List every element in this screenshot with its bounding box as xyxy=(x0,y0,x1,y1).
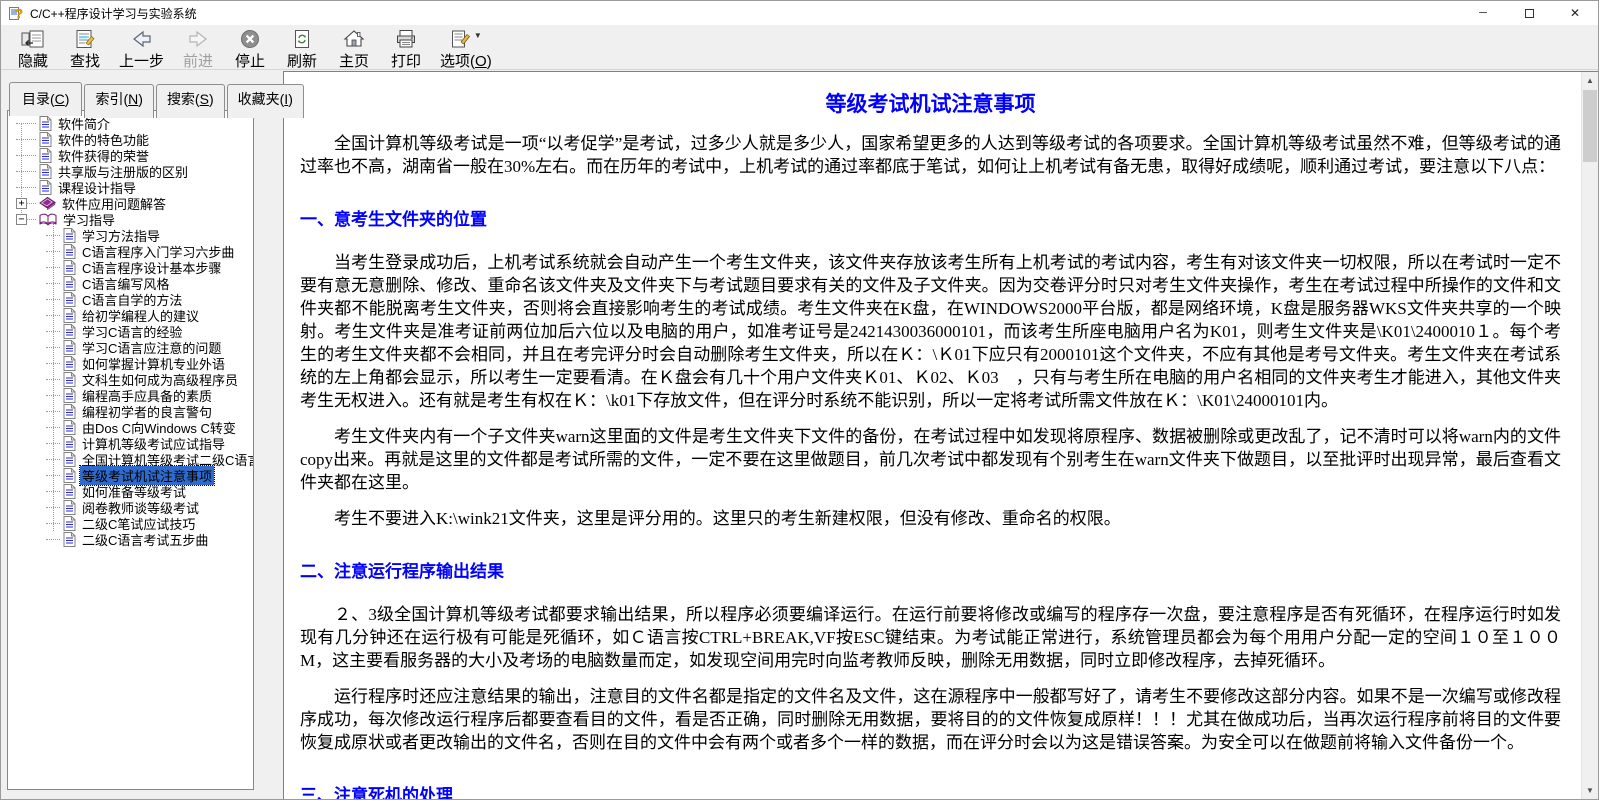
back-button[interactable]: 上一步 xyxy=(111,28,172,72)
page-icon xyxy=(39,164,52,179)
page-icon xyxy=(63,468,76,483)
page-icon xyxy=(63,532,76,547)
help-window: ? C/C++程序设计学习与实验系统 ─ ✕ 隐藏 xyxy=(0,0,1599,800)
page-icon xyxy=(63,356,76,371)
tab-contents[interactable]: 目录(C) xyxy=(9,82,82,116)
home-button[interactable]: 主页 xyxy=(328,28,380,72)
page-icon xyxy=(63,484,76,499)
page-icon xyxy=(63,404,76,419)
scroll-down-button[interactable]: ▼ xyxy=(1582,782,1598,799)
find-icon xyxy=(74,29,96,49)
window-title: C/C++程序设计学习与实验系统 xyxy=(30,5,197,22)
page-icon xyxy=(63,388,76,403)
dropdown-arrow-icon: ▼ xyxy=(474,31,482,40)
content-paragraph: 全国计算机等级考试是一项“以考促学”是考试，过多少人就是多少人，国家希望更多的人… xyxy=(300,132,1561,178)
forward-button-label: 前进 xyxy=(183,50,213,71)
scroll-up-button[interactable]: ▲ xyxy=(1582,72,1598,89)
scroll-thumb[interactable] xyxy=(1583,90,1597,162)
page-icon xyxy=(63,516,76,531)
content-paragraph: 考生不要进入K:\wink21文件夹，这里是评分用的。这里只的考生新建权限，但没… xyxy=(300,507,1561,530)
toolbar: 隐藏 查找 上一步 xyxy=(1,25,1598,70)
options-button-label: 选项(O) xyxy=(440,50,492,71)
book-closed-icon xyxy=(39,196,56,210)
tree-item[interactable]: +软件应用问题解答 xyxy=(8,195,253,211)
page-icon xyxy=(63,452,76,467)
tab-search[interactable]: 搜索(S) xyxy=(156,84,225,118)
print-button[interactable]: 打印 xyxy=(380,28,432,72)
refresh-button-label: 刷新 xyxy=(287,50,317,71)
page-icon xyxy=(39,116,52,131)
home-button-label: 主页 xyxy=(339,50,369,71)
close-icon: ✕ xyxy=(1570,6,1580,20)
refresh-icon xyxy=(292,29,312,49)
back-arrow-icon xyxy=(130,29,154,49)
home-icon xyxy=(343,29,365,49)
back-button-label: 上一步 xyxy=(119,50,164,71)
page-icon xyxy=(63,292,76,307)
pane-splitter[interactable] xyxy=(261,71,283,799)
page-icon xyxy=(63,324,76,339)
find-button[interactable]: 查找 xyxy=(59,28,111,72)
options-button[interactable]: ▼ 选项(O) xyxy=(432,28,500,72)
section-heading: 二、注意运行程序输出结果 xyxy=(300,557,1561,582)
titlebar: ? C/C++程序设计学习与实验系统 ─ ✕ xyxy=(1,1,1598,25)
page-icon xyxy=(63,276,76,291)
page-icon xyxy=(63,260,76,275)
page-icon xyxy=(39,180,52,195)
page-icon xyxy=(63,500,76,515)
maximize-button[interactable] xyxy=(1506,1,1552,25)
topic-content: 等级考试机试注意事项 全国计算机等级考试是一项“以考促学”是考试，过多少人就是多… xyxy=(284,72,1581,799)
print-button-label: 打印 xyxy=(391,50,421,71)
stop-icon xyxy=(240,29,260,49)
page-icon xyxy=(63,340,76,355)
refresh-button[interactable]: 刷新 xyxy=(276,28,328,72)
print-icon xyxy=(395,29,417,49)
page-icon xyxy=(63,420,76,435)
navigation-tabs: 目录(C) 索引(N) 搜索(S) 收藏夹(I) xyxy=(9,82,261,116)
stop-button[interactable]: 停止 xyxy=(224,28,276,72)
page-icon xyxy=(63,372,76,387)
hide-button-label: 隐藏 xyxy=(18,50,48,71)
expand-plus-icon[interactable]: + xyxy=(16,198,27,209)
page-icon xyxy=(63,228,76,243)
maximize-icon xyxy=(1525,9,1534,18)
contents-tree: 软件简介软件的特色功能软件获得的荣誉共享版与注册版的区别课程设计指导+软件应用问… xyxy=(7,110,254,790)
topic-pane: 等级考试机试注意事项 全国计算机等级考试是一项“以考促学”是考试，过多少人就是多… xyxy=(283,71,1598,799)
hide-button[interactable]: 隐藏 xyxy=(7,28,59,72)
hide-pane-icon xyxy=(21,29,45,49)
forward-button[interactable]: 前进 xyxy=(172,28,224,72)
content-paragraph: ２、3级全国计算机等级考试都要求输出结果，所以程序必须要编译运行。在运行前要将修… xyxy=(300,603,1561,672)
section-heading: 三、注意死机的处理 xyxy=(300,781,1561,799)
book-open-icon xyxy=(39,212,57,226)
page-icon xyxy=(63,308,76,323)
options-icon xyxy=(450,29,472,49)
page-icon xyxy=(39,132,52,147)
content-paragraph: 运行程序时还应注意结果的输出，注意目的文件名都是指定的文件名及文件，这在源程序中… xyxy=(300,685,1561,754)
tree-item[interactable]: 二级C语言考试五步曲 xyxy=(8,531,253,547)
help-file-icon: ? xyxy=(8,5,24,21)
page-icon xyxy=(63,244,76,259)
minimize-button[interactable]: ─ xyxy=(1460,1,1506,25)
page-icon xyxy=(39,148,52,163)
content-paragraph: 考生文件夹内有一个子文件夹warn这里面的文件是考生文件夹下文件的备份，在考试过… xyxy=(300,425,1561,494)
tab-favorites[interactable]: 收藏夹(I) xyxy=(227,84,304,118)
page-icon xyxy=(63,436,76,451)
page-title: 等级考试机试注意事项 xyxy=(300,88,1561,118)
close-button[interactable]: ✕ xyxy=(1552,1,1598,25)
forward-arrow-icon xyxy=(186,29,210,49)
content-scrollbar[interactable]: ▲ ▼ xyxy=(1581,72,1598,799)
tab-index[interactable]: 索引(N) xyxy=(84,84,153,118)
tree-item-label: 二级C语言考试五步曲 xyxy=(80,530,210,549)
svg-text:?: ? xyxy=(15,6,23,21)
stop-button-label: 停止 xyxy=(235,50,265,71)
minimize-icon: ─ xyxy=(1479,7,1487,19)
section-heading: 一、意考生文件夹的位置 xyxy=(300,205,1561,230)
content-paragraph: 当考生登录成功后，上机考试系统就会自动产生一个考生文件夹，该文件夹存放该考生所有… xyxy=(300,251,1561,412)
navigation-pane: 目录(C) 索引(N) 搜索(S) 收藏夹(I) 软件简介软件的特色功能软件获得… xyxy=(1,71,261,799)
find-button-label: 查找 xyxy=(70,50,100,71)
collapse-minus-icon[interactable]: − xyxy=(16,214,27,225)
